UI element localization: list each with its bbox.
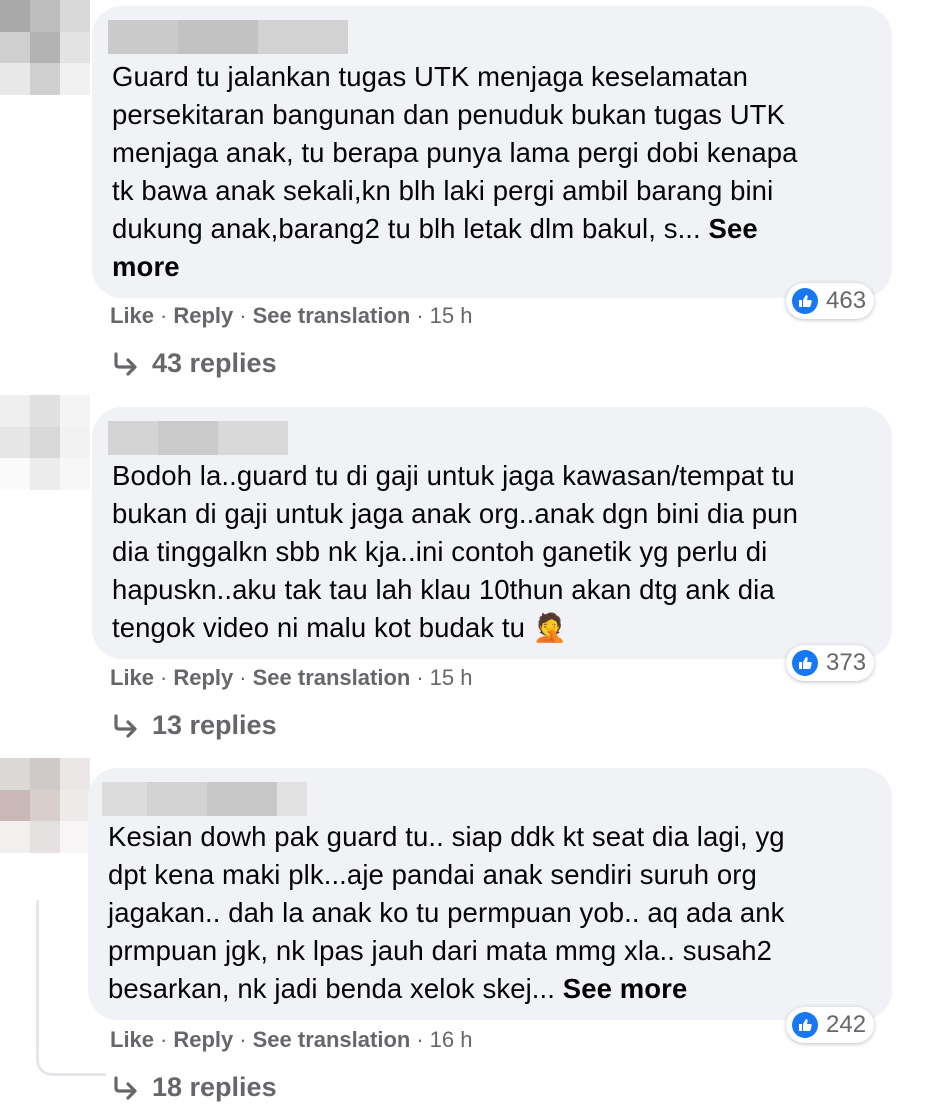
view-replies-button[interactable]: 13 replies bbox=[112, 710, 277, 741]
reply-button[interactable]: Reply bbox=[173, 303, 233, 329]
replies-count-label: 13 replies bbox=[152, 710, 277, 740]
like-reaction-icon bbox=[792, 288, 818, 314]
author-name-redacted[interactable] bbox=[108, 421, 288, 455]
like-reaction-icon bbox=[792, 1012, 818, 1038]
comment: Guard tu jalankan tugas UTK menjaga kese… bbox=[0, 0, 926, 400]
comment-bubble: Bodoh la..guard tu di gaji untuk jaga ka… bbox=[92, 407, 892, 659]
separator: · bbox=[239, 665, 247, 690]
timestamp[interactable]: 15 h bbox=[430, 303, 473, 329]
comment-bubble: Kesian dowh pak guard tu.. siap ddk kt s… bbox=[88, 768, 892, 1020]
comment-text: Kesian dowh pak guard tu.. siap ddk kt s… bbox=[108, 821, 785, 1004]
separator: · bbox=[416, 665, 424, 690]
see-translation-button[interactable]: See translation bbox=[253, 665, 411, 691]
author-name-redacted[interactable] bbox=[108, 20, 348, 54]
reaction-count[interactable]: 242 bbox=[786, 1007, 875, 1043]
see-more-link[interactable]: See more bbox=[563, 973, 688, 1004]
comment-actions: Like · Reply · See translation · 15 h bbox=[110, 665, 472, 691]
see-translation-button[interactable]: See translation bbox=[253, 303, 411, 329]
like-button[interactable]: Like bbox=[110, 1027, 154, 1053]
view-replies-button[interactable]: 18 replies bbox=[112, 1072, 277, 1103]
view-replies-button[interactable]: 43 replies bbox=[112, 348, 277, 379]
separator: · bbox=[239, 1027, 247, 1052]
comment-text: Bodoh la..guard tu di gaji untuk jaga ka… bbox=[112, 460, 798, 644]
see-translation-button[interactable]: See translation bbox=[253, 1027, 411, 1053]
like-count: 373 bbox=[826, 649, 867, 676]
timestamp[interactable]: 16 h bbox=[430, 1027, 473, 1053]
like-reaction-icon bbox=[792, 650, 818, 676]
reply-arrow-icon bbox=[112, 1075, 140, 1100]
like-count: 463 bbox=[826, 287, 867, 314]
avatar[interactable] bbox=[0, 0, 90, 95]
reply-arrow-icon bbox=[112, 713, 140, 738]
like-button[interactable]: Like bbox=[110, 303, 154, 329]
author-name-redacted[interactable] bbox=[102, 782, 307, 816]
separator: · bbox=[160, 303, 168, 328]
reaction-count[interactable]: 373 bbox=[786, 645, 875, 681]
comment-actions: Like · Reply · See translation · 16 h bbox=[110, 1027, 472, 1053]
replies-count-label: 18 replies bbox=[152, 1072, 277, 1102]
reply-button[interactable]: Reply bbox=[173, 1027, 233, 1053]
reaction-count[interactable]: 463 bbox=[786, 283, 875, 319]
avatar[interactable] bbox=[0, 758, 90, 853]
comment-actions: Like · Reply · See translation · 15 h bbox=[110, 303, 472, 329]
comment: Kesian dowh pak guard tu.. siap ddk kt s… bbox=[0, 758, 926, 1112]
replies-count-label: 43 replies bbox=[152, 348, 277, 378]
separator: · bbox=[160, 665, 168, 690]
separator: · bbox=[416, 1027, 424, 1052]
separator: · bbox=[160, 1027, 168, 1052]
like-count: 242 bbox=[826, 1011, 867, 1038]
reply-button[interactable]: Reply bbox=[173, 665, 233, 691]
comment-bubble: Guard tu jalankan tugas UTK menjaga kese… bbox=[92, 6, 892, 298]
comment-text: Guard tu jalankan tugas UTK menjaga kese… bbox=[112, 61, 798, 282]
reply-arrow-icon bbox=[112, 351, 140, 376]
comment: Bodoh la..guard tu di gaji untuk jaga ka… bbox=[0, 395, 926, 755]
like-button[interactable]: Like bbox=[110, 665, 154, 691]
separator: · bbox=[416, 303, 424, 328]
separator: · bbox=[239, 303, 247, 328]
timestamp[interactable]: 15 h bbox=[430, 665, 473, 691]
facepalm-emoji: 🤦 bbox=[532, 612, 568, 644]
avatar[interactable] bbox=[0, 395, 90, 490]
